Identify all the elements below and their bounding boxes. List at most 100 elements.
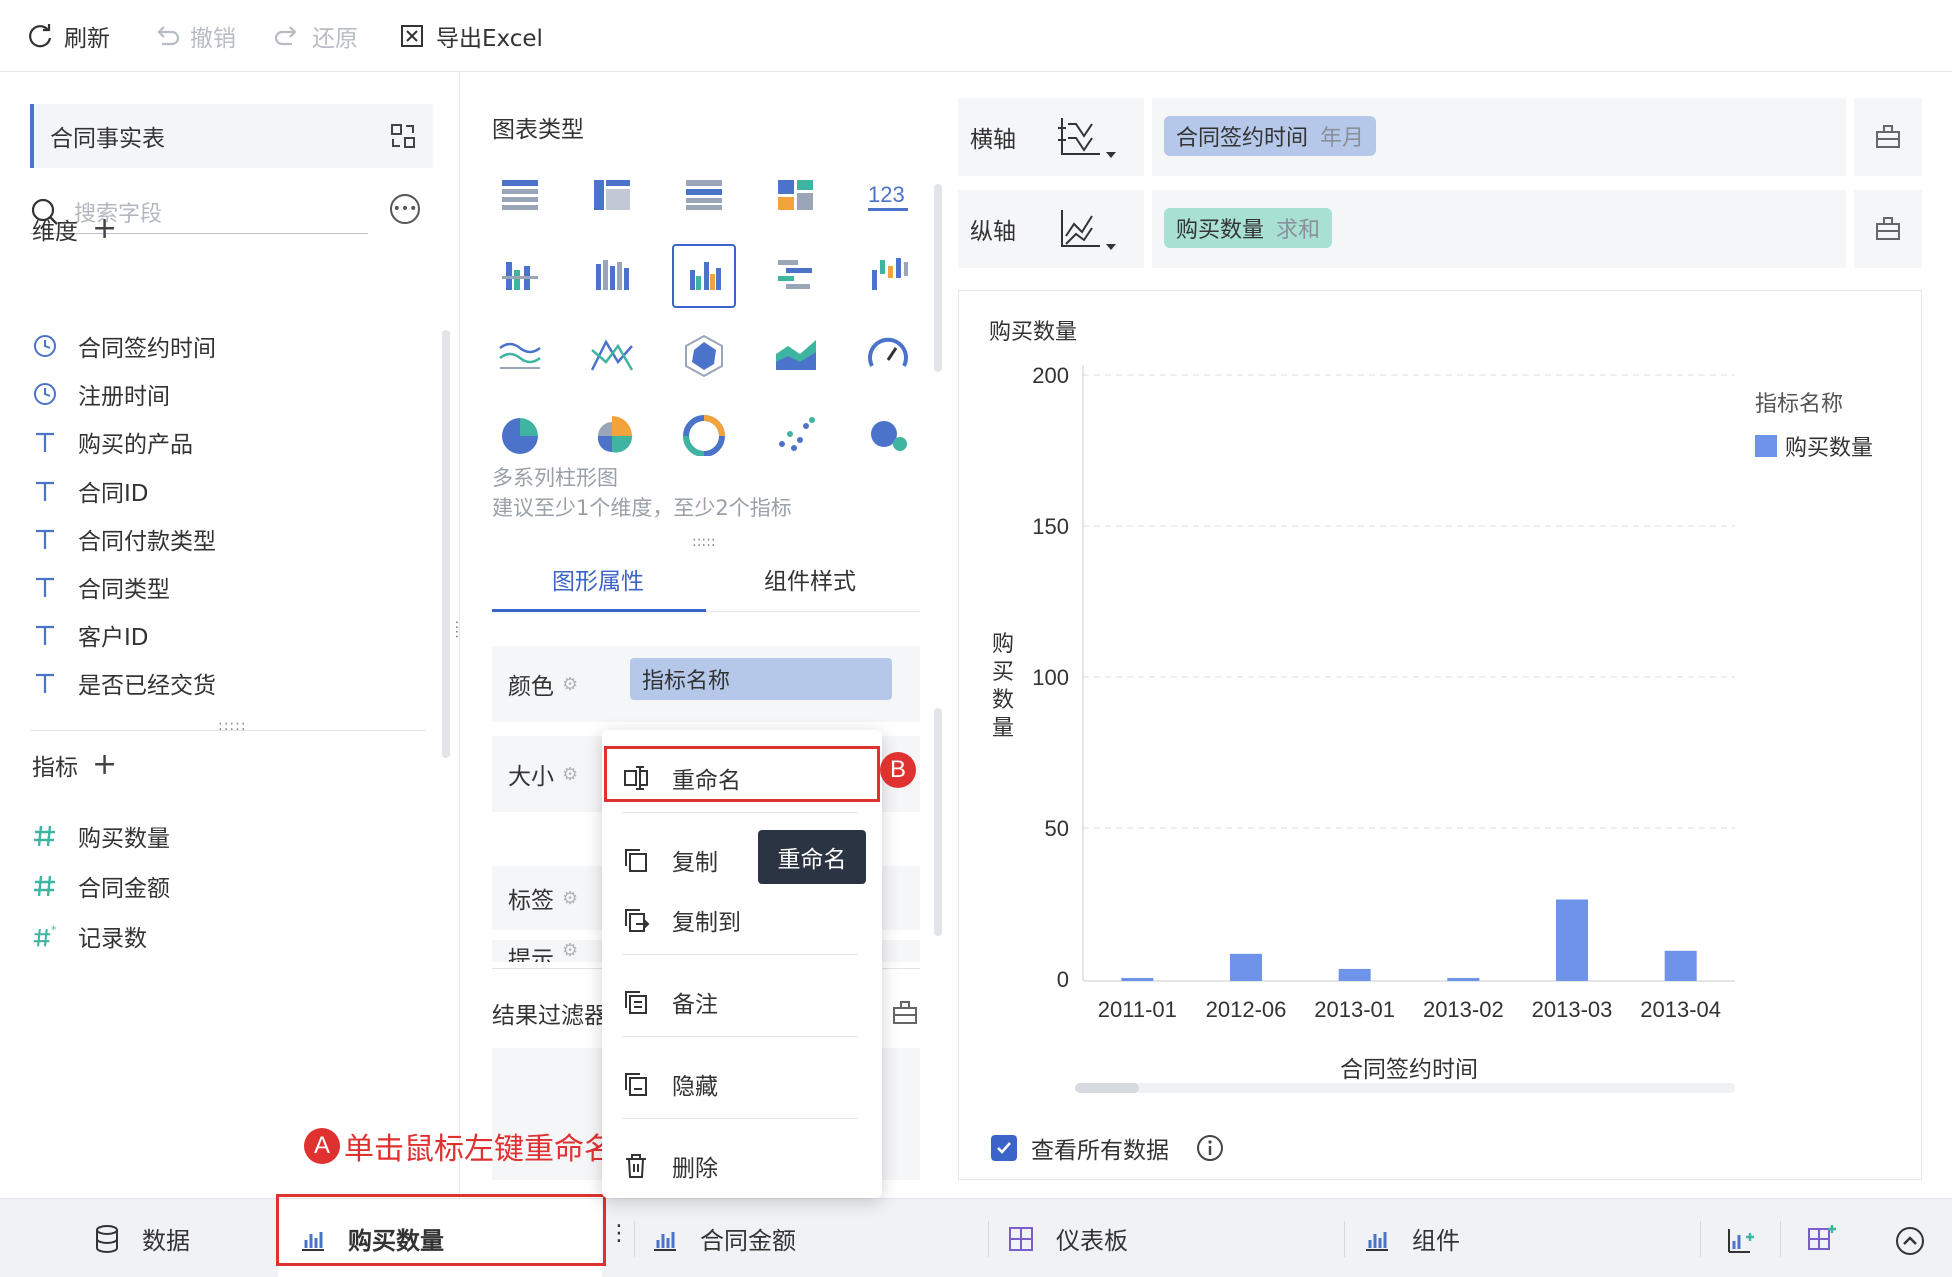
view-all-checkbox[interactable]	[991, 1135, 1017, 1161]
chart-type-scrollbar[interactable]	[934, 184, 942, 372]
cross-line-icon[interactable]	[588, 332, 636, 380]
gear-icon[interactable]: ⚙	[562, 940, 578, 961]
tab-menu-icon[interactable]: ⋮	[608, 1221, 630, 1246]
menu-item-copy-to[interactable]: 复制到	[622, 898, 741, 942]
y-axis-label-char: 量	[992, 715, 1014, 740]
footer-tab-data[interactable]: 数据	[94, 1199, 190, 1277]
collapse-up-icon[interactable]	[1894, 1225, 1926, 1257]
dimension-field-item[interactable]: 合同ID	[32, 471, 149, 511]
x-axis-settings[interactable]	[1854, 98, 1922, 176]
dimension-field-item[interactable]: 是否已经交货	[32, 663, 216, 703]
metric-field-item[interactable]: 购买数量	[32, 816, 170, 856]
menu-item-note[interactable]: 备注	[622, 980, 718, 1024]
y-axis-dropzone[interactable]: 购买数量 求和	[1152, 190, 1846, 268]
add-component-icon[interactable]	[1726, 1225, 1756, 1255]
scatter-chart-icon[interactable]	[772, 412, 820, 456]
tab-separator	[1780, 1221, 1781, 1257]
add-dashboard-icon[interactable]	[1806, 1223, 1838, 1255]
bar	[1447, 977, 1480, 981]
undo-icon	[157, 26, 180, 46]
rose-chart-icon[interactable]	[588, 412, 636, 456]
redo-button[interactable]: 还原	[274, 16, 358, 56]
filter-settings-icon[interactable]	[890, 998, 920, 1028]
info-icon[interactable]	[1195, 1133, 1225, 1163]
grouped-bar-icon[interactable]	[496, 252, 544, 300]
dimension-scrollbar[interactable]	[442, 330, 450, 758]
area-chart-icon[interactable]	[772, 332, 820, 380]
x-axis-label-box[interactable]: 横轴	[958, 98, 1144, 176]
property-scrollbar[interactable]	[934, 708, 942, 936]
x-axis-type-icon[interactable]	[1054, 114, 1124, 160]
switch-table-icon[interactable]	[389, 122, 417, 150]
cross-table-icon[interactable]	[588, 172, 636, 220]
metric-field-item[interactable]: * 记录数	[32, 916, 147, 956]
dimension-field-item[interactable]: 注册时间	[32, 374, 170, 414]
y-axis-field-pill[interactable]: 购买数量 求和	[1164, 208, 1333, 248]
dimension-field-item[interactable]: 合同付款类型	[32, 519, 216, 559]
footer-tab-dashboard[interactable]: 仪表板	[1008, 1199, 1128, 1277]
radar-chart-icon[interactable]	[680, 332, 728, 380]
export-excel-button[interactable]: 导出Excel	[398, 16, 543, 56]
y-axis-settings[interactable]	[1854, 190, 1922, 268]
pie-chart-icon[interactable]	[496, 412, 544, 456]
footer-tab-component[interactable]: 组件	[1364, 1199, 1460, 1277]
x-tick-label: 2013-04	[1640, 997, 1721, 1022]
gear-icon[interactable]: ⚙	[562, 674, 578, 695]
dimension-field-item[interactable]: 合同签约时间	[32, 326, 216, 366]
dimension-field-item[interactable]: 购买的产品	[32, 422, 193, 462]
footer-tab-contract-amount[interactable]: 合同金额	[652, 1199, 796, 1277]
horizontal-bar-icon[interactable]	[772, 252, 820, 300]
treemap-icon[interactable]	[772, 172, 820, 220]
menu-item-copy[interactable]: 复制	[622, 838, 718, 882]
kpi-number-icon[interactable]: 123	[864, 172, 912, 220]
waterfall-icon[interactable]	[864, 252, 912, 300]
table-chart-icon[interactable]	[496, 172, 544, 220]
y-axis-type-icon[interactable]	[1054, 206, 1124, 252]
menu-divider	[622, 954, 858, 955]
stacked-bar-icon[interactable]	[588, 252, 636, 300]
detail-table-icon[interactable]	[680, 172, 728, 220]
x-axis-field-pill[interactable]: 合同签约时间 年月	[1164, 116, 1377, 156]
menu-item-delete[interactable]: 删除	[622, 1144, 718, 1188]
donut-chart-icon[interactable]	[680, 412, 728, 456]
color-field-pill[interactable]: 指标名称	[630, 658, 892, 700]
note-icon	[625, 991, 647, 1014]
y-axis-label-box[interactable]: 纵轴	[958, 190, 1144, 268]
add-dimension-icon[interactable]: +	[92, 214, 117, 244]
bar	[1121, 977, 1154, 981]
multi-series-bar-icon[interactable]	[672, 244, 736, 308]
dimension-field-item[interactable]: 客户ID	[32, 615, 149, 655]
svg-text:123: 123	[868, 182, 905, 207]
more-options-icon[interactable]: •••	[390, 194, 420, 224]
refresh-button[interactable]: 刷新	[26, 16, 110, 56]
x-tick-label: 2013-01	[1314, 997, 1395, 1022]
gauge-icon[interactable]	[864, 332, 912, 380]
bar	[1230, 953, 1262, 981]
bubble-chart-icon[interactable]	[864, 412, 912, 456]
line-chart-icon[interactable]	[496, 332, 544, 380]
tab-graph-properties[interactable]: 图形属性	[552, 562, 644, 596]
color-property-row[interactable]: 颜色 ⚙ 指标名称	[492, 646, 920, 722]
badge-a: A	[304, 1128, 340, 1164]
chart-scrollbar-thumb	[1075, 1083, 1139, 1093]
dimension-field-item[interactable]: 合同类型	[32, 567, 170, 607]
resize-handle-icon[interactable]: :::::	[218, 718, 247, 734]
axis-settings-icon[interactable]	[1873, 214, 1903, 244]
tab-component-style[interactable]: 组件样式	[764, 562, 856, 596]
undo-button[interactable]: 撤销	[152, 16, 236, 56]
legend-swatch	[1755, 435, 1777, 457]
axis-settings-icon[interactable]	[1873, 122, 1903, 152]
chart-type-title: 图表类型	[492, 117, 584, 143]
tab-separator	[988, 1221, 989, 1257]
chart-area: 横轴 合同签约时间 年月 纵轴 购买数量 求和 购买数量 0 50 100 150 200 购买…	[952, 72, 1952, 1198]
x-axis-dropzone[interactable]: 合同签约时间 年月	[1152, 98, 1846, 176]
database-icon	[96, 1224, 118, 1253]
menu-item-hide[interactable]: 隐藏	[622, 1062, 718, 1106]
metric-field-item[interactable]: 合同金额	[32, 866, 170, 906]
gear-icon[interactable]: ⚙	[562, 888, 578, 909]
add-metric-icon[interactable]: +	[92, 750, 117, 780]
table-selector[interactable]: 合同事实表	[30, 104, 433, 168]
text-type-icon	[32, 670, 58, 696]
menu-divider	[622, 812, 858, 813]
gear-icon[interactable]: ⚙	[562, 764, 578, 785]
